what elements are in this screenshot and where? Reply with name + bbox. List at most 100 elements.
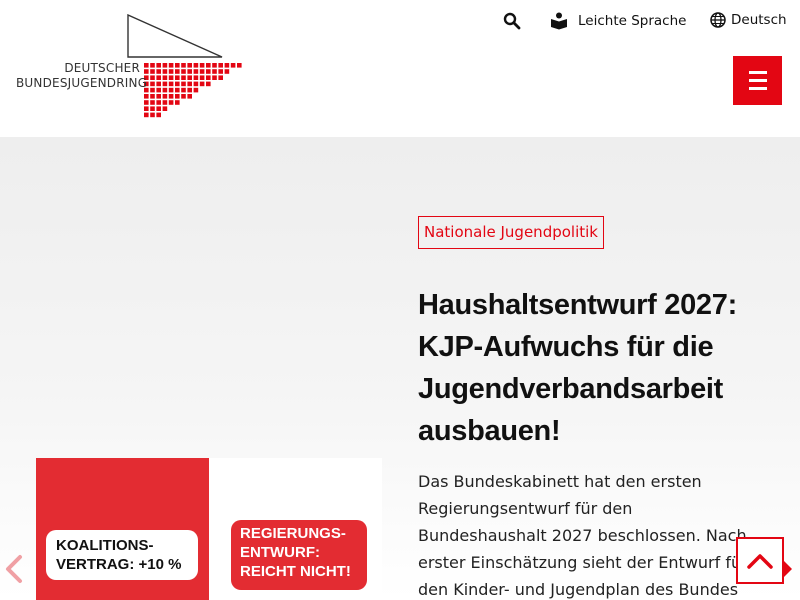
logo-dot [193,87,199,93]
back-to-top-button[interactable] [736,537,784,584]
logo-dot [193,69,199,74]
search-button[interactable] [503,12,521,30]
logo-dot [193,63,199,68]
logo-dot [193,81,199,87]
logo-dot [175,69,180,74]
sticker-text: REICHT NICHT! [240,563,351,580]
logo-dot [199,63,205,68]
logo-dot [175,94,180,99]
logo-dot [168,75,174,80]
logo-dot [212,75,217,80]
logo-dot [199,69,205,74]
sticker-text: ENTWURF: [240,544,320,561]
logo-dot [175,87,180,93]
image-panel-red: KOALITIONS- VERTRAG: +10 % [36,458,209,600]
logo-dot [144,69,149,74]
sticker-government-draft: REGIERUNGS- ENTWURF: REICHT NICHT! [231,520,367,590]
article-headline[interactable]: Haushaltsentwurf 2027: KJP-Aufwuchs für … [418,284,778,452]
sticker-text: KOALITIONS- [56,537,154,554]
logo-dot [156,63,161,68]
logo-dot [181,94,186,99]
logo-dot [150,87,155,93]
logo-dot [150,75,155,80]
logo-dot [156,75,161,80]
logo-dot [206,81,211,87]
logo-dot [181,63,186,68]
logo-line-1: DEUTSCHER [64,61,140,75]
category-badge[interactable]: Nationale Jugendpolitik [418,216,604,249]
logo-dot [162,81,168,87]
logo-dot [156,87,161,93]
logo-dot [181,81,186,87]
logo-dot [162,75,168,80]
logo-dot [150,81,155,87]
sticker-text: REGIERUNGS- [240,525,346,542]
logo-dot [150,100,155,105]
chevron-left-icon [6,555,22,583]
logo-dot [162,69,168,74]
globe-icon [710,12,726,28]
logo-dot [175,75,180,80]
logo-dot [175,63,180,68]
logo-dot [168,87,174,93]
logo-dot [187,75,192,80]
logo-dot [206,69,211,74]
easy-language-link[interactable]: Leichte Sprache [550,12,686,30]
logo-dot [156,106,161,111]
logo-dot [144,63,149,68]
logo-dot [181,87,186,93]
logo-dot [181,75,186,80]
logo-dot [162,106,168,111]
search-icon [503,12,521,30]
logo-dot [199,75,205,80]
logo-dot [175,100,180,105]
logo-dot [218,63,223,68]
logo-dot [156,94,161,99]
slider-prev-button[interactable] [2,554,26,584]
logo-dot [156,112,161,118]
logo-dot [187,63,192,68]
logo-dot [187,81,192,87]
sticker-text: VERTRAG: +10 % [56,556,182,573]
logo-dot [168,94,174,99]
logo-dot [237,63,242,68]
slide-image[interactable]: KOALITIONS- VERTRAG: +10 % REGIERUNGS- E… [36,458,382,600]
hamburger-icon-bar [748,87,767,90]
logo-link[interactable]: DEUTSCHER BUNDESJUGENDRING [16,14,246,120]
logo-dot [144,100,149,105]
logo-dot [168,100,174,105]
language-label: Deutsch [731,12,787,28]
sticker-coalition: KOALITIONS- VERTRAG: +10 % [46,530,198,580]
logo-dot [175,81,180,87]
logo-wordmark: DEUTSCHER BUNDESJUGENDRING [16,61,147,91]
logo-dot [181,69,186,74]
menu-button[interactable] [733,56,782,105]
logo-dot [150,63,155,68]
easy-language-label: Leichte Sprache [578,13,687,29]
site-header: DEUTSCHER BUNDESJUGENDRING Leichte Sprac… [0,0,800,137]
logo-dot [144,112,149,118]
image-panel-white: REGIERUNGS- ENTWURF: REICHT NICHT! [209,458,382,600]
logo-dot [156,81,161,87]
logo-dot [144,106,149,111]
language-switcher[interactable]: Deutsch [710,12,787,28]
article-teaser: Das Bundeskabinett hat den ersten Regier… [418,472,748,599]
hamburger-icon-bar [748,79,767,82]
logo-dot [150,69,155,74]
logo-dot [187,69,192,74]
book-reader-icon [551,12,567,30]
chevron-up-icon [747,553,773,569]
logo-dot [193,75,199,80]
logo-dot [230,63,236,68]
logo-dot [162,63,168,68]
logo-dot [168,81,174,87]
logo-dot [199,81,205,87]
logo-dot [187,87,192,93]
logo-dot [150,94,155,99]
logo-dot [162,94,168,99]
logo-dot [224,63,230,68]
logo-dot [218,75,223,80]
logo-dot [212,69,217,74]
logo-dot [206,75,211,80]
logo-dot [212,63,217,68]
